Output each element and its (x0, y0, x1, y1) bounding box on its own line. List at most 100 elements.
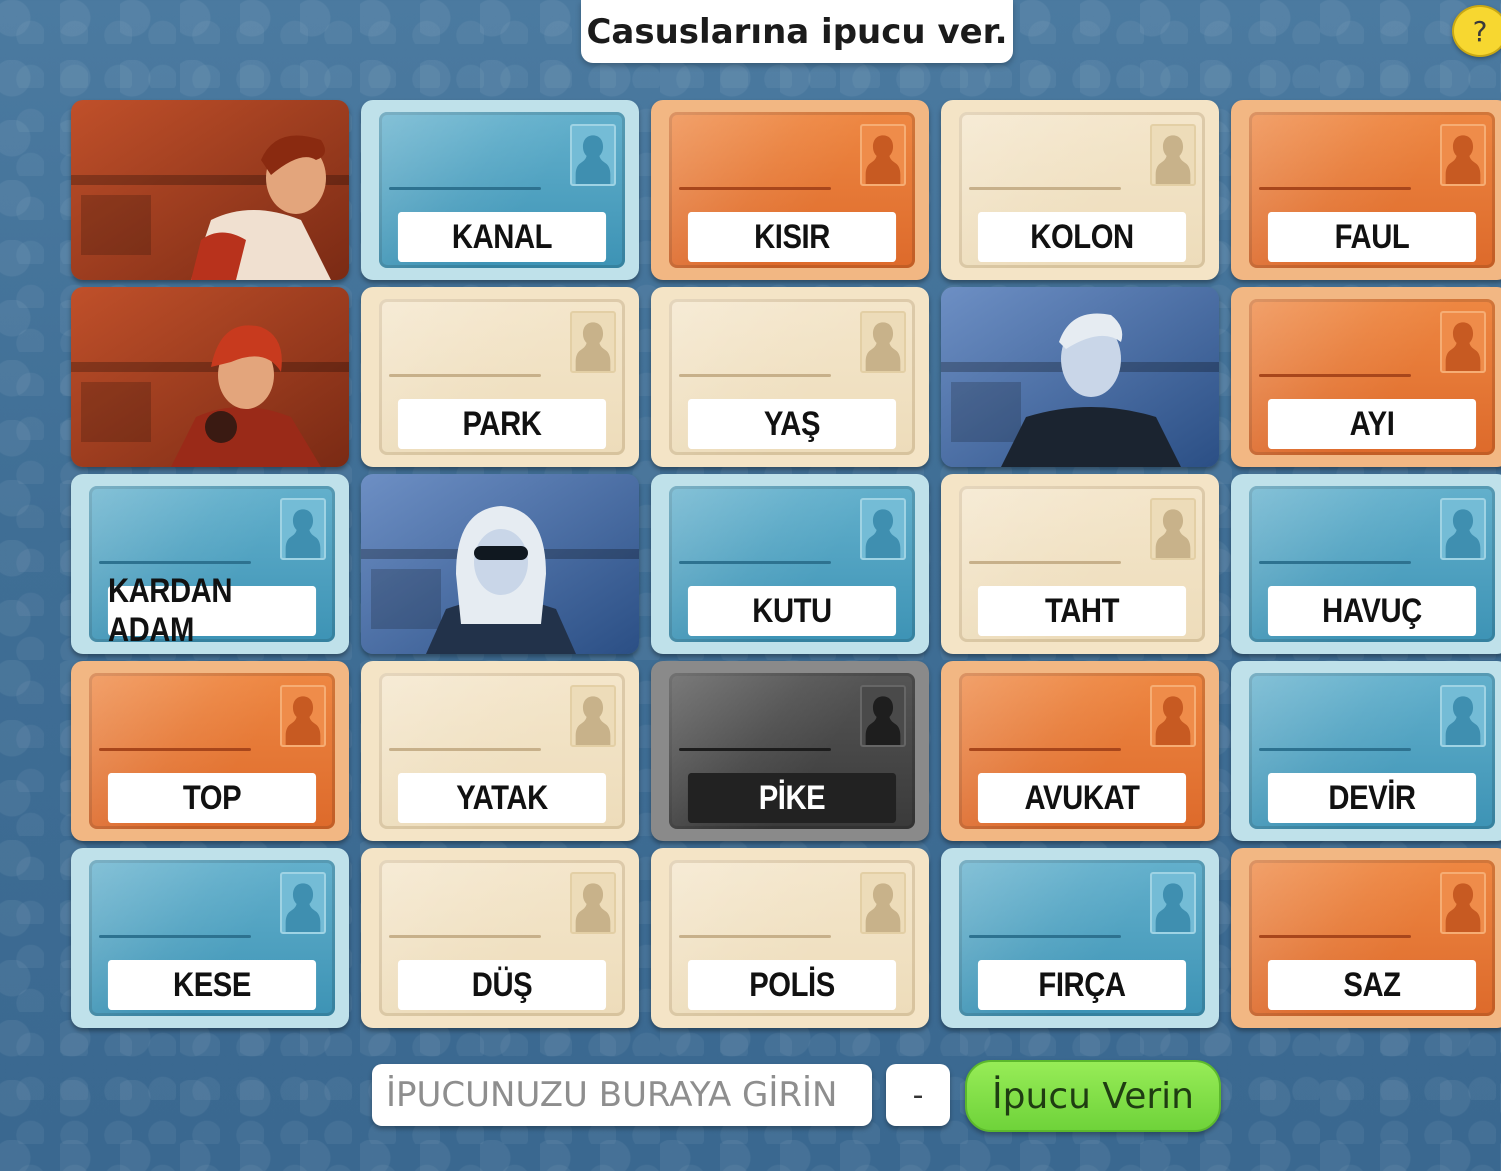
card-underline (389, 748, 541, 751)
card-underline (389, 935, 541, 938)
card-underline (1259, 748, 1411, 751)
clue-input[interactable] (372, 1064, 872, 1126)
agent-silhouette-icon (860, 498, 906, 560)
card-underline (99, 561, 251, 564)
card-word: PARK (397, 399, 607, 449)
card-underline (1259, 935, 1411, 938)
clue-count-button[interactable]: - (886, 1064, 950, 1126)
word-card[interactable]: KESE (71, 848, 349, 1028)
card-panel: POLİS (669, 860, 915, 1016)
card-panel: FAUL (1249, 112, 1495, 268)
word-card[interactable]: DÜŞ (361, 848, 639, 1028)
word-card[interactable]: AYI (1231, 287, 1501, 467)
word-card[interactable]: TAHT (941, 474, 1219, 654)
word-card[interactable]: PİKE (651, 661, 929, 841)
agent-silhouette-icon (570, 124, 616, 186)
card-panel: KANAL (379, 112, 625, 268)
word-card[interactable]: KARDAN ADAM (71, 474, 349, 654)
card-panel: PİKE (669, 673, 915, 829)
word-card[interactable]: KOLON (941, 100, 1219, 280)
agent-silhouette-icon (570, 872, 616, 934)
agent-silhouette-icon (570, 685, 616, 747)
card-underline (679, 748, 831, 751)
word-card[interactable]: TOP (71, 661, 349, 841)
card-word: KOLON (977, 212, 1187, 262)
word-card[interactable]: HAVUÇ (1231, 474, 1501, 654)
blue-agent-male-card (941, 287, 1219, 467)
card-panel: DEVİR (1249, 673, 1495, 829)
card-word: YAŞ (687, 399, 897, 449)
card-word: SAZ (1267, 960, 1477, 1010)
card-word: KISIR (687, 212, 897, 262)
card-word: KANAL (397, 212, 607, 262)
card-underline (969, 561, 1121, 564)
card-word: HAVUÇ (1267, 586, 1477, 636)
blue-agent-male-image (941, 287, 1219, 467)
card-underline (679, 561, 831, 564)
card-panel: HAVUÇ (1249, 486, 1495, 642)
card-panel: AVUKAT (959, 673, 1205, 829)
card-panel: TAHT (959, 486, 1205, 642)
give-clue-button[interactable]: İpucu Verin (965, 1060, 1221, 1132)
card-underline (679, 187, 831, 190)
word-card[interactable]: FIRÇA (941, 848, 1219, 1028)
blue-agent-female-card (361, 474, 639, 654)
card-panel: YATAK (379, 673, 625, 829)
word-card[interactable]: FAUL (1231, 100, 1501, 280)
card-underline (389, 187, 541, 190)
agent-silhouette-icon (1150, 498, 1196, 560)
word-card[interactable]: DEVİR (1231, 661, 1501, 841)
agent-silhouette-icon (860, 872, 906, 934)
game-board: KANAL KISIR KOLON FAUL PARK YAŞ AYI KARDAN ADAM… (0, 0, 1501, 1040)
red-agent-male-image (71, 100, 349, 280)
card-word: AVUKAT (977, 773, 1187, 823)
card-underline (99, 935, 251, 938)
word-card[interactable]: YATAK (361, 661, 639, 841)
card-panel: PARK (379, 299, 625, 455)
card-underline (99, 748, 251, 751)
agent-silhouette-icon (280, 872, 326, 934)
card-word: FAUL (1267, 212, 1477, 262)
card-panel: KUTU (669, 486, 915, 642)
agent-silhouette-icon (1150, 685, 1196, 747)
card-underline (679, 935, 831, 938)
agent-silhouette-icon (860, 685, 906, 747)
card-underline (389, 374, 541, 377)
card-panel: YAŞ (669, 299, 915, 455)
card-word: DEVİR (1267, 773, 1477, 823)
agent-silhouette-icon (1440, 685, 1486, 747)
card-panel: KISIR (669, 112, 915, 268)
agent-silhouette-icon (1150, 872, 1196, 934)
card-panel: DÜŞ (379, 860, 625, 1016)
blue-agent-female-image (361, 474, 639, 654)
word-card[interactable]: SAZ (1231, 848, 1501, 1028)
agent-silhouette-icon (1440, 498, 1486, 560)
word-card[interactable]: KANAL (361, 100, 639, 280)
card-underline (1259, 187, 1411, 190)
word-card[interactable]: KUTU (651, 474, 929, 654)
word-card[interactable]: KISIR (651, 100, 929, 280)
red-agent-male-card (71, 100, 349, 280)
card-panel: SAZ (1249, 860, 1495, 1016)
agent-silhouette-icon (860, 124, 906, 186)
word-card[interactable]: YAŞ (651, 287, 929, 467)
give-clue-label: İpucu Verin (992, 1075, 1194, 1117)
card-panel: TOP (89, 673, 335, 829)
card-word: KARDAN ADAM (107, 572, 317, 642)
agent-silhouette-icon (570, 311, 616, 373)
word-card[interactable]: AVUKAT (941, 661, 1219, 841)
word-card[interactable]: PARK (361, 287, 639, 467)
word-card[interactable]: POLİS (651, 848, 929, 1028)
card-underline (969, 748, 1121, 751)
card-underline (1259, 561, 1411, 564)
card-word: AYI (1267, 399, 1477, 449)
red-agent-female-card (71, 287, 349, 467)
card-word: TAHT (977, 586, 1187, 636)
card-word: YATAK (397, 773, 607, 823)
card-word: DÜŞ (397, 960, 607, 1010)
agent-silhouette-icon (1440, 311, 1486, 373)
card-word: PİKE (687, 773, 897, 823)
clue-bar: - İpucu Verin (0, 1057, 1501, 1137)
clue-count-label: - (912, 1077, 924, 1113)
card-word: POLİS (687, 960, 897, 1010)
